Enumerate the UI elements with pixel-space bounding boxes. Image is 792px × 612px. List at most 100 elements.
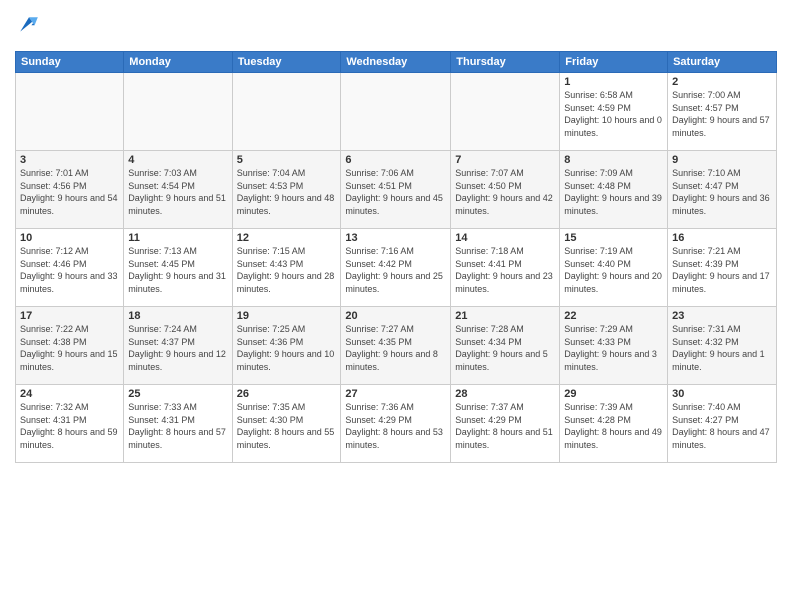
day-info: Sunrise: 7:10 AM Sunset: 4:47 PM Dayligh… — [672, 167, 772, 217]
day-cell: 20Sunrise: 7:27 AM Sunset: 4:35 PM Dayli… — [341, 307, 451, 385]
day-number: 19 — [237, 310, 337, 322]
day-number: 17 — [20, 310, 119, 322]
day-cell — [16, 73, 124, 151]
day-cell: 28Sunrise: 7:37 AM Sunset: 4:29 PM Dayli… — [451, 385, 560, 463]
day-info: Sunrise: 7:00 AM Sunset: 4:57 PM Dayligh… — [672, 89, 772, 139]
day-cell: 25Sunrise: 7:33 AM Sunset: 4:31 PM Dayli… — [124, 385, 232, 463]
day-info: Sunrise: 6:58 AM Sunset: 4:59 PM Dayligh… — [564, 89, 663, 139]
weekday-header-friday: Friday — [560, 52, 668, 73]
day-info: Sunrise: 7:35 AM Sunset: 4:30 PM Dayligh… — [237, 401, 337, 451]
day-info: Sunrise: 7:03 AM Sunset: 4:54 PM Dayligh… — [128, 167, 227, 217]
day-number: 10 — [20, 232, 119, 244]
week-row-3: 10Sunrise: 7:12 AM Sunset: 4:46 PM Dayli… — [16, 229, 777, 307]
day-cell: 1Sunrise: 6:58 AM Sunset: 4:59 PM Daylig… — [560, 73, 668, 151]
day-info: Sunrise: 7:24 AM Sunset: 4:37 PM Dayligh… — [128, 323, 227, 373]
week-row-2: 3Sunrise: 7:01 AM Sunset: 4:56 PM Daylig… — [16, 151, 777, 229]
day-info: Sunrise: 7:12 AM Sunset: 4:46 PM Dayligh… — [20, 245, 119, 295]
day-number: 29 — [564, 388, 663, 400]
day-number: 18 — [128, 310, 227, 322]
day-number: 11 — [128, 232, 227, 244]
calendar: SundayMondayTuesdayWednesdayThursdayFrid… — [15, 51, 777, 463]
day-number: 8 — [564, 154, 663, 166]
page: SundayMondayTuesdayWednesdayThursdayFrid… — [0, 0, 792, 612]
day-cell: 10Sunrise: 7:12 AM Sunset: 4:46 PM Dayli… — [16, 229, 124, 307]
day-cell — [124, 73, 232, 151]
header — [15, 10, 777, 43]
day-info: Sunrise: 7:32 AM Sunset: 4:31 PM Dayligh… — [20, 401, 119, 451]
week-row-4: 17Sunrise: 7:22 AM Sunset: 4:38 PM Dayli… — [16, 307, 777, 385]
week-row-1: 1Sunrise: 6:58 AM Sunset: 4:59 PM Daylig… — [16, 73, 777, 151]
day-cell: 18Sunrise: 7:24 AM Sunset: 4:37 PM Dayli… — [124, 307, 232, 385]
day-cell: 27Sunrise: 7:36 AM Sunset: 4:29 PM Dayli… — [341, 385, 451, 463]
day-number: 4 — [128, 154, 227, 166]
day-cell: 15Sunrise: 7:19 AM Sunset: 4:40 PM Dayli… — [560, 229, 668, 307]
day-info: Sunrise: 7:28 AM Sunset: 4:34 PM Dayligh… — [455, 323, 555, 373]
day-cell: 23Sunrise: 7:31 AM Sunset: 4:32 PM Dayli… — [668, 307, 777, 385]
day-number: 23 — [672, 310, 772, 322]
day-info: Sunrise: 7:06 AM Sunset: 4:51 PM Dayligh… — [345, 167, 446, 217]
day-info: Sunrise: 7:13 AM Sunset: 4:45 PM Dayligh… — [128, 245, 227, 295]
day-info: Sunrise: 7:25 AM Sunset: 4:36 PM Dayligh… — [237, 323, 337, 373]
day-cell: 21Sunrise: 7:28 AM Sunset: 4:34 PM Dayli… — [451, 307, 560, 385]
weekday-header-sunday: Sunday — [16, 52, 124, 73]
day-cell: 14Sunrise: 7:18 AM Sunset: 4:41 PM Dayli… — [451, 229, 560, 307]
day-info: Sunrise: 7:29 AM Sunset: 4:33 PM Dayligh… — [564, 323, 663, 373]
day-cell: 16Sunrise: 7:21 AM Sunset: 4:39 PM Dayli… — [668, 229, 777, 307]
weekday-header-tuesday: Tuesday — [232, 52, 341, 73]
day-info: Sunrise: 7:39 AM Sunset: 4:28 PM Dayligh… — [564, 401, 663, 451]
day-number: 26 — [237, 388, 337, 400]
weekday-header-saturday: Saturday — [668, 52, 777, 73]
day-info: Sunrise: 7:15 AM Sunset: 4:43 PM Dayligh… — [237, 245, 337, 295]
day-cell: 13Sunrise: 7:16 AM Sunset: 4:42 PM Dayli… — [341, 229, 451, 307]
day-number: 1 — [564, 76, 663, 88]
day-cell: 26Sunrise: 7:35 AM Sunset: 4:30 PM Dayli… — [232, 385, 341, 463]
day-info: Sunrise: 7:27 AM Sunset: 4:35 PM Dayligh… — [345, 323, 446, 373]
day-number: 12 — [237, 232, 337, 244]
day-info: Sunrise: 7:19 AM Sunset: 4:40 PM Dayligh… — [564, 245, 663, 295]
day-number: 14 — [455, 232, 555, 244]
day-cell: 7Sunrise: 7:07 AM Sunset: 4:50 PM Daylig… — [451, 151, 560, 229]
day-info: Sunrise: 7:04 AM Sunset: 4:53 PM Dayligh… — [237, 167, 337, 217]
day-number: 13 — [345, 232, 446, 244]
day-info: Sunrise: 7:22 AM Sunset: 4:38 PM Dayligh… — [20, 323, 119, 373]
day-info: Sunrise: 7:01 AM Sunset: 4:56 PM Dayligh… — [20, 167, 119, 217]
day-cell: 2Sunrise: 7:00 AM Sunset: 4:57 PM Daylig… — [668, 73, 777, 151]
day-cell: 30Sunrise: 7:40 AM Sunset: 4:27 PM Dayli… — [668, 385, 777, 463]
day-number: 24 — [20, 388, 119, 400]
day-number: 7 — [455, 154, 555, 166]
day-cell — [341, 73, 451, 151]
day-info: Sunrise: 7:31 AM Sunset: 4:32 PM Dayligh… — [672, 323, 772, 373]
day-cell: 29Sunrise: 7:39 AM Sunset: 4:28 PM Dayli… — [560, 385, 668, 463]
day-info: Sunrise: 7:36 AM Sunset: 4:29 PM Dayligh… — [345, 401, 446, 451]
day-cell: 3Sunrise: 7:01 AM Sunset: 4:56 PM Daylig… — [16, 151, 124, 229]
day-cell: 4Sunrise: 7:03 AM Sunset: 4:54 PM Daylig… — [124, 151, 232, 229]
day-cell: 5Sunrise: 7:04 AM Sunset: 4:53 PM Daylig… — [232, 151, 341, 229]
day-number: 9 — [672, 154, 772, 166]
day-number: 22 — [564, 310, 663, 322]
day-number: 28 — [455, 388, 555, 400]
day-cell — [232, 73, 341, 151]
day-cell: 6Sunrise: 7:06 AM Sunset: 4:51 PM Daylig… — [341, 151, 451, 229]
day-number: 2 — [672, 76, 772, 88]
day-number: 6 — [345, 154, 446, 166]
day-info: Sunrise: 7:07 AM Sunset: 4:50 PM Dayligh… — [455, 167, 555, 217]
day-cell: 12Sunrise: 7:15 AM Sunset: 4:43 PM Dayli… — [232, 229, 341, 307]
day-number: 25 — [128, 388, 227, 400]
day-info: Sunrise: 7:37 AM Sunset: 4:29 PM Dayligh… — [455, 401, 555, 451]
day-number: 30 — [672, 388, 772, 400]
day-info: Sunrise: 7:18 AM Sunset: 4:41 PM Dayligh… — [455, 245, 555, 295]
logo-icon — [17, 14, 41, 38]
day-info: Sunrise: 7:09 AM Sunset: 4:48 PM Dayligh… — [564, 167, 663, 217]
day-number: 16 — [672, 232, 772, 244]
logo — [15, 14, 41, 43]
day-info: Sunrise: 7:16 AM Sunset: 4:42 PM Dayligh… — [345, 245, 446, 295]
weekday-header-monday: Monday — [124, 52, 232, 73]
day-cell: 19Sunrise: 7:25 AM Sunset: 4:36 PM Dayli… — [232, 307, 341, 385]
day-number: 20 — [345, 310, 446, 322]
day-number: 27 — [345, 388, 446, 400]
day-info: Sunrise: 7:21 AM Sunset: 4:39 PM Dayligh… — [672, 245, 772, 295]
day-cell — [451, 73, 560, 151]
day-cell: 22Sunrise: 7:29 AM Sunset: 4:33 PM Dayli… — [560, 307, 668, 385]
day-cell: 11Sunrise: 7:13 AM Sunset: 4:45 PM Dayli… — [124, 229, 232, 307]
day-cell: 9Sunrise: 7:10 AM Sunset: 4:47 PM Daylig… — [668, 151, 777, 229]
